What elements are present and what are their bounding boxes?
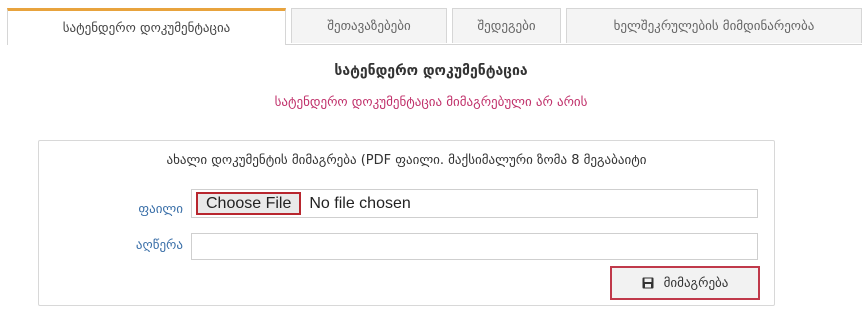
save-icon: [642, 277, 654, 289]
tab-results[interactable]: შედეგები: [452, 8, 561, 43]
upload-panel-title: ახალი დოკუმენტის მიმაგრება (PDF ფაილი. მ…: [166, 153, 647, 168]
file-input[interactable]: Choose File No file chosen: [191, 189, 758, 218]
tab-tender-documentation[interactable]: სატენდერო დოკუმენტაცია: [7, 8, 286, 45]
status-message: სატენდერო დოკუმენტაცია მიმაგრებული არ არ…: [274, 95, 588, 110]
choose-file-button[interactable]: Choose File: [196, 192, 302, 215]
attach-button-label: მიმაგრება: [663, 275, 729, 291]
no-file-text: No file chosen: [309, 194, 411, 212]
file-label: ფაილი: [138, 202, 183, 217]
upload-panel: ახალი დოკუმენტის მიმაგრება (PDF ფაილი. მ…: [38, 140, 775, 306]
tab-offers[interactable]: შეთავაზებები: [291, 8, 447, 43]
tab-contract-progress[interactable]: ხელშეკრულების მიმდინარეობა: [566, 8, 862, 43]
attach-button[interactable]: მიმაგრება: [610, 266, 760, 300]
description-label: აღწერა: [135, 238, 183, 253]
tab-bar: სატენდერო დოკუმენტაცია შეთავაზებები შედე…: [7, 8, 862, 45]
page-title: სატენდერო დოკუმენტაცია: [334, 63, 528, 79]
description-input[interactable]: [191, 233, 758, 260]
